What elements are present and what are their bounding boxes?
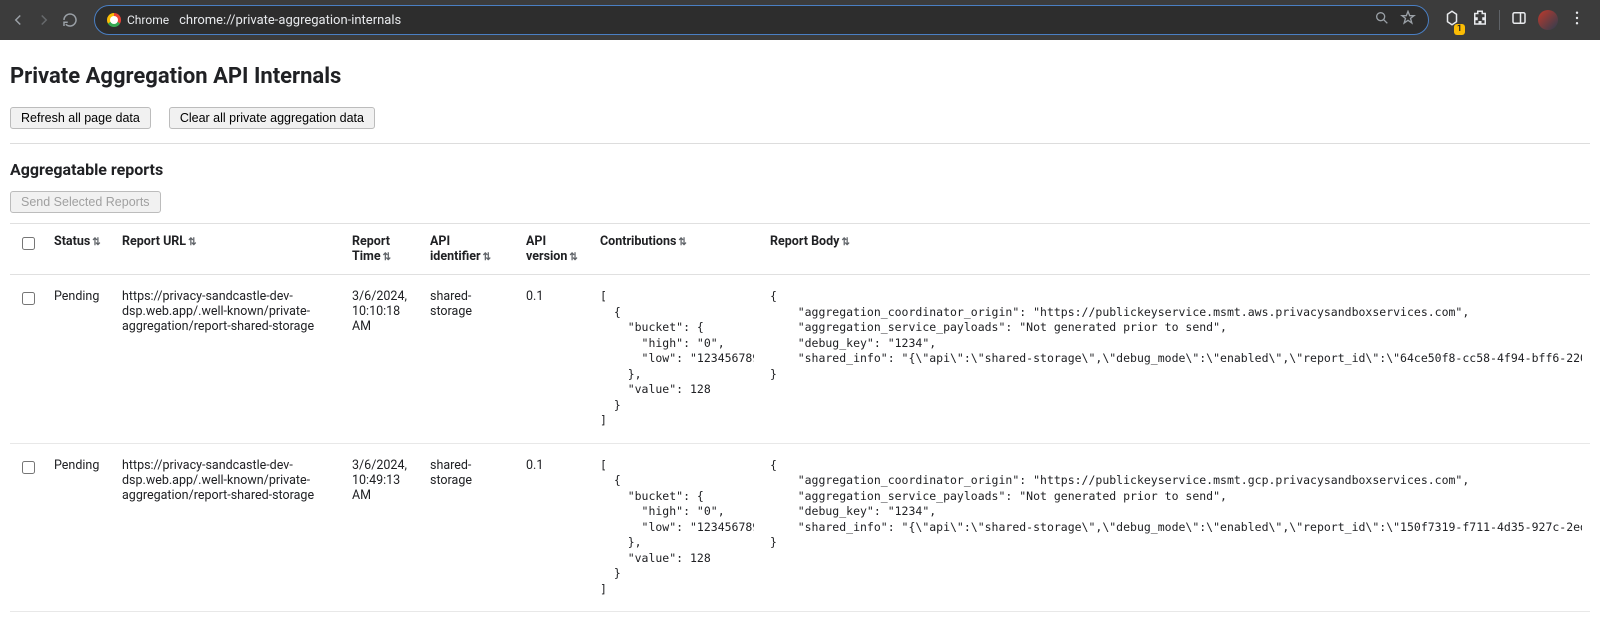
col-header-api-version[interactable]: API version⇅ — [518, 224, 592, 275]
refresh-button[interactable]: Refresh all page data — [10, 107, 151, 129]
table-header-row: Status⇅ Report URL⇅ Report Time⇅ API ide… — [10, 224, 1590, 275]
api-version-cell-value: 0.1 — [526, 289, 543, 304]
contributions-cell-value: [ { "bucket": { "high": "0", "low": "123… — [600, 458, 754, 598]
zoom-icon[interactable] — [1374, 10, 1390, 30]
table-row: Pending https://privacy-sandcastle-dev-ds… — [10, 443, 1590, 612]
reports-table: Status⇅ Report URL⇅ Report Time⇅ API ide… — [10, 223, 1590, 612]
sort-icon: ⇅ — [188, 237, 196, 248]
api-identifier-cell-value: shared-storage — [430, 289, 472, 319]
status-cell-value: Pending — [54, 289, 99, 304]
report-time-cell: 3/6/2024, 10:49:13 AM — [344, 443, 422, 612]
api-version-cell: 0.1 — [518, 443, 592, 612]
report-time-cell-value: 3/6/2024, 10:10:18 AM — [352, 289, 407, 334]
col-header-report-time[interactable]: Report Time⇅ — [344, 224, 422, 275]
sort-icon: ⇅ — [841, 237, 849, 248]
row-checkbox[interactable] — [22, 461, 35, 474]
profile-avatar[interactable] — [1538, 10, 1558, 30]
report-url-cell-value: https://privacy-sandcastle-dev-dsp.web.a… — [122, 289, 314, 334]
contributions-cell: [ { "bucket": { "high": "0", "low": "123… — [592, 275, 762, 444]
forward-button[interactable] — [34, 10, 54, 30]
select-all-checkbox[interactable] — [22, 237, 35, 250]
report-time-cell-value: 3/6/2024, 10:49:13 AM — [352, 458, 407, 503]
report-body-cell-value: { "aggregation_coordinator_origin": "htt… — [770, 289, 1582, 382]
sort-icon: ⇅ — [92, 237, 100, 248]
api-identifier-cell-value: shared-storage — [430, 458, 472, 488]
clear-button[interactable]: Clear all private aggregation data — [169, 107, 375, 129]
status-cell-value: Pending — [54, 458, 99, 473]
extensions-icon[interactable] — [1471, 9, 1489, 31]
extension-badge: 1 — [1454, 24, 1465, 35]
chrome-logo-icon — [107, 13, 121, 27]
nav-buttons — [8, 10, 80, 30]
menu-icon[interactable] — [1568, 9, 1586, 31]
reload-button[interactable] — [60, 10, 80, 30]
col-header-report-url[interactable]: Report URL⇅ — [114, 224, 344, 275]
section-title: Aggregatable reports — [10, 160, 1590, 179]
side-panel-icon[interactable] — [1510, 9, 1528, 31]
back-button[interactable] — [8, 10, 28, 30]
sort-icon: ⇅ — [678, 237, 686, 248]
contributions-cell: [ { "bucket": { "high": "0", "low": "123… — [592, 443, 762, 612]
api-identifier-cell: shared-storage — [422, 443, 518, 612]
page-content: Private Aggregation API Internals Refres… — [0, 40, 1600, 622]
table-row: Pending https://privacy-sandcastle-dev-ds… — [10, 275, 1590, 444]
bookmark-icon[interactable] — [1400, 10, 1416, 30]
row-checkbox-cell — [10, 275, 46, 444]
sort-icon: ⇅ — [483, 252, 491, 263]
col-header-status[interactable]: Status⇅ — [46, 224, 114, 275]
sort-icon: ⇅ — [383, 252, 391, 263]
action-row: Refresh all page data Clear all private … — [10, 107, 1590, 129]
site-chip-label: Chrome — [127, 13, 169, 27]
toolbar-divider — [1499, 10, 1500, 30]
report-body-cell: { "aggregation_coordinator_origin": "htt… — [762, 275, 1590, 444]
api-identifier-cell: shared-storage — [422, 275, 518, 444]
report-body-cell: { "aggregation_coordinator_origin": "htt… — [762, 443, 1590, 612]
site-chip[interactable]: Chrome — [107, 13, 169, 27]
report-time-cell: 3/6/2024, 10:10:18 AM — [344, 275, 422, 444]
browser-toolbar: Chrome chrome://private-aggregation-inte… — [0, 0, 1600, 40]
address-bar[interactable]: Chrome chrome://private-aggregation-inte… — [94, 5, 1429, 35]
send-row: Send Selected Reports — [10, 191, 1590, 213]
report-url-cell: https://privacy-sandcastle-dev-dsp.web.a… — [114, 443, 344, 612]
report-url-cell: https://privacy-sandcastle-dev-dsp.web.a… — [114, 275, 344, 444]
col-header-checkbox — [10, 224, 46, 275]
separator — [10, 143, 1590, 144]
extension-button[interactable]: 1 — [1443, 9, 1461, 31]
report-url-cell-value: https://privacy-sandcastle-dev-dsp.web.a… — [122, 458, 314, 503]
status-cell: Pending — [46, 443, 114, 612]
col-header-report-body[interactable]: Report Body⇅ — [762, 224, 1590, 275]
contributions-cell-value: [ { "bucket": { "high": "0", "low": "123… — [600, 289, 754, 429]
send-selected-button[interactable]: Send Selected Reports — [10, 191, 161, 213]
report-body-cell-value: { "aggregation_coordinator_origin": "htt… — [770, 458, 1582, 551]
api-version-cell: 0.1 — [518, 275, 592, 444]
row-checkbox[interactable] — [22, 292, 35, 305]
address-actions — [1374, 10, 1416, 30]
url-text[interactable]: chrome://private-aggregation-internals — [179, 13, 1364, 28]
col-header-contributions[interactable]: Contributions⇅ — [592, 224, 762, 275]
col-header-api-identifier[interactable]: API identifier⇅ — [422, 224, 518, 275]
row-checkbox-cell — [10, 443, 46, 612]
status-cell: Pending — [46, 275, 114, 444]
sort-icon: ⇅ — [569, 252, 577, 263]
api-version-cell-value: 0.1 — [526, 458, 543, 473]
page-title: Private Aggregation API Internals — [10, 64, 1590, 89]
toolbar-right: 1 — [1437, 9, 1592, 31]
